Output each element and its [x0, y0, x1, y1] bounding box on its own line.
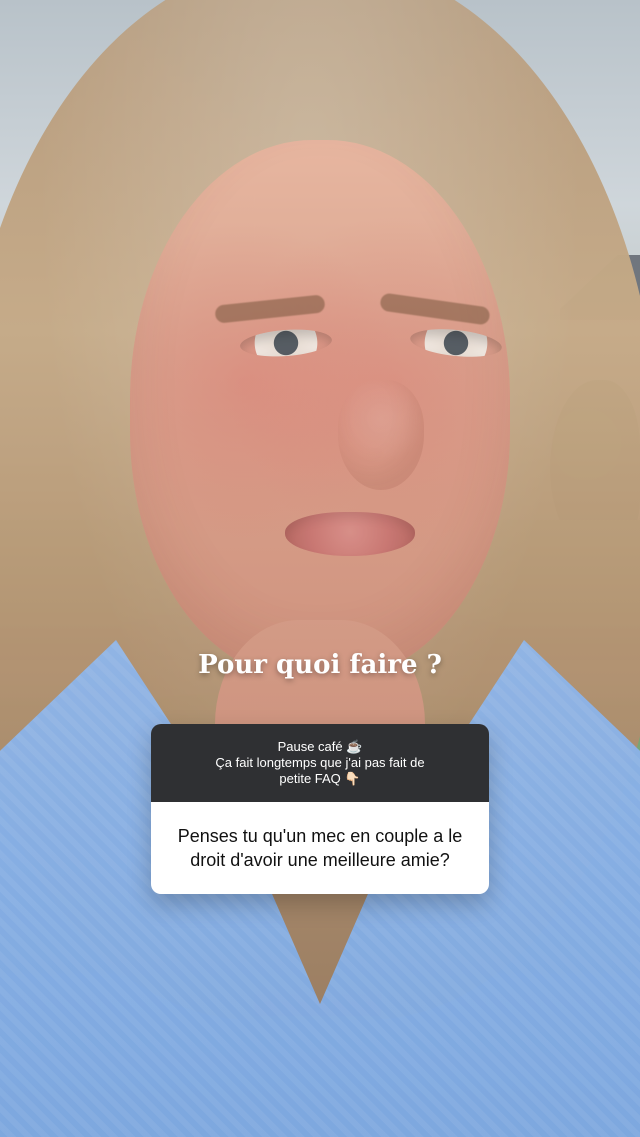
story-question-card: Pause café ☕ Ça fait longtemps que j'ai … [151, 724, 489, 894]
subject-lips [285, 512, 415, 556]
question-card-header-line-3: petite FAQ 👇🏻 [279, 771, 361, 786]
subject-face [130, 140, 510, 680]
question-card-header: Pause café ☕ Ça fait longtemps que j'ai … [151, 724, 489, 802]
story-prompt-text: Pour quoi faire ? [198, 650, 442, 680]
question-card-body: Penses tu qu'un mec en couple a le droit… [151, 802, 489, 894]
question-card-header-line-2: Ça fait longtemps que j'ai pas fait de [215, 755, 425, 770]
question-card-question-text: Penses tu qu'un mec en couple a le droit… [177, 826, 463, 870]
story-background [0, 0, 640, 1137]
subject-nose [338, 380, 424, 490]
question-card-header-text: Pause café ☕ Ça fait longtemps que j'ai … [215, 739, 424, 787]
question-card-header-line-1: Pause café ☕ [277, 739, 363, 754]
